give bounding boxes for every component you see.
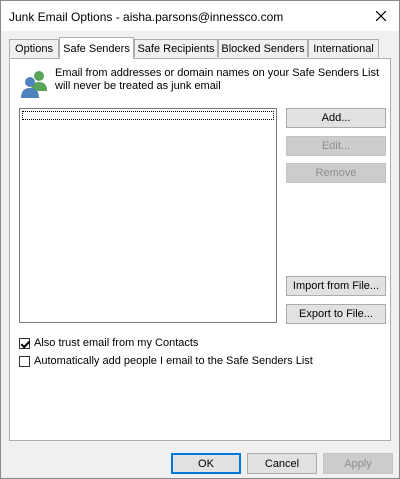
- list-focus-row[interactable]: [22, 111, 274, 120]
- trust-contacts-label: Also trust email from my Contacts: [34, 337, 199, 349]
- tab-safe-senders[interactable]: Safe Senders: [59, 37, 134, 59]
- import-from-file-button[interactable]: Import from File...: [286, 276, 386, 296]
- window-title: Junk Email Options - aisha.parsons@innes…: [9, 10, 284, 24]
- close-icon: [376, 11, 386, 21]
- close-button[interactable]: [369, 4, 393, 28]
- tab-international[interactable]: International: [308, 39, 379, 57]
- cancel-button[interactable]: Cancel: [247, 453, 317, 474]
- tab-safe-recipients[interactable]: Safe Recipients: [134, 39, 218, 57]
- safe-senders-panel: Email from addresses or domain names on …: [9, 58, 391, 441]
- junk-email-options-dialog: Junk Email Options - aisha.parsons@innes…: [0, 0, 400, 479]
- safe-senders-list[interactable]: [19, 108, 277, 323]
- title-bar: Junk Email Options - aisha.parsons@innes…: [1, 1, 399, 31]
- remove-button[interactable]: Remove: [286, 163, 386, 183]
- trust-contacts-checkbox[interactable]: [19, 337, 30, 349]
- tab-strip: Options Safe Senders Safe Recipients Blo…: [9, 37, 389, 59]
- auto-add-checkbox[interactable]: [19, 355, 30, 367]
- auto-add-option[interactable]: Automatically add people I email to the …: [19, 355, 313, 367]
- tab-options[interactable]: Options: [9, 39, 59, 57]
- trust-contacts-option[interactable]: Also trust email from my Contacts: [19, 337, 198, 349]
- tab-blocked-senders[interactable]: Blocked Senders: [218, 39, 308, 57]
- auto-add-label: Automatically add people I email to the …: [34, 355, 313, 367]
- edit-button[interactable]: Edit...: [286, 136, 386, 156]
- ok-button[interactable]: OK: [171, 453, 241, 474]
- add-button[interactable]: Add...: [286, 108, 386, 128]
- people-icon: [21, 71, 47, 98]
- safe-senders-description: Email from addresses or domain names on …: [55, 67, 380, 92]
- export-to-file-button[interactable]: Export to File...: [286, 304, 386, 324]
- apply-button[interactable]: Apply: [323, 453, 393, 474]
